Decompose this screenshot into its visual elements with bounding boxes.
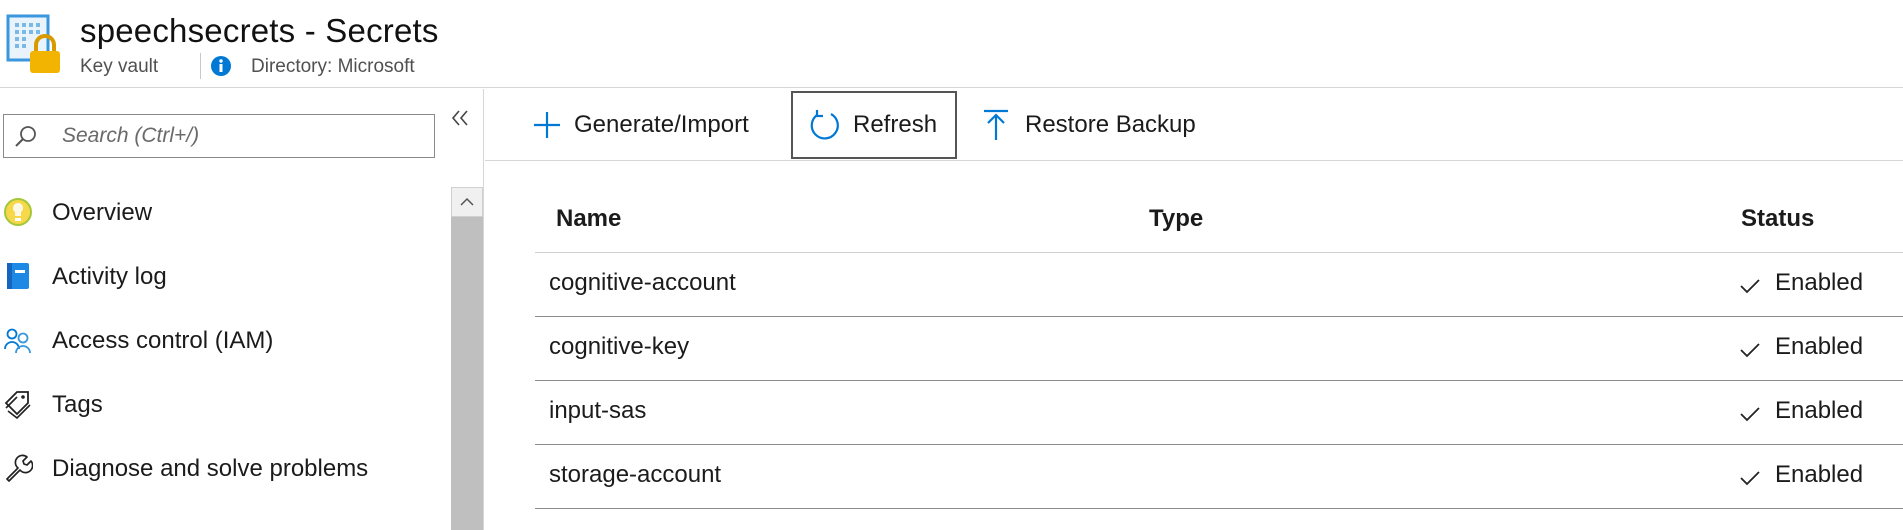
upload-arrow-icon (984, 109, 1008, 140)
checkmark-icon (1740, 343, 1760, 358)
refresh-button[interactable]: Refresh (791, 91, 957, 159)
generate-import-label: Generate/Import (574, 111, 749, 138)
checkmark-icon (1740, 279, 1760, 294)
main-content: Generate/Import Refresh Restore Backup N… (485, 89, 1903, 530)
sidebar-item-access-control[interactable]: Access control (IAM) (0, 315, 448, 365)
activity-log-icon (7, 263, 29, 289)
blade-header: speechsecrets - Secrets Key vault Direct… (0, 0, 1903, 88)
subtitle-divider (200, 53, 201, 79)
double-chevron-left-icon[interactable] (448, 106, 472, 130)
table-row[interactable]: storage-account Enabled (535, 445, 1903, 509)
table-header: Name Type Status (535, 189, 1903, 253)
sidebar-scrollbar[interactable] (451, 187, 483, 530)
secret-name[interactable]: cognitive-account (549, 269, 736, 297)
column-header-name[interactable]: Name (556, 205, 621, 233)
sidebar-item-activity-log[interactable]: Activity log (0, 251, 448, 301)
secret-name[interactable]: storage-account (549, 461, 721, 489)
overview-icon (4, 198, 32, 226)
sidebar-item-overview[interactable]: Overview (0, 187, 448, 237)
scroll-up-button[interactable] (451, 187, 483, 217)
page-title: speechsecrets - Secrets (80, 12, 439, 49)
sidebar-item-label: Tags (52, 391, 103, 418)
checkmark-icon (1740, 471, 1760, 486)
generate-import-button[interactable]: Generate/Import (531, 91, 771, 159)
directory-label: Directory: Microsoft (251, 56, 415, 77)
column-header-status[interactable]: Status (1741, 205, 1814, 233)
checkmark-icon (1740, 407, 1760, 422)
wrench-icon (6, 454, 33, 482)
search-icon (15, 126, 36, 147)
table-row[interactable]: input-sas Enabled (535, 381, 1903, 445)
tag-icon (4, 391, 31, 419)
table-row[interactable]: cognitive-account Enabled (535, 253, 1903, 317)
search-box[interactable] (3, 114, 435, 158)
info-icon (211, 56, 231, 76)
restore-backup-button[interactable]: Restore Backup (980, 91, 1220, 159)
refresh-icon (810, 110, 839, 140)
key-vault-icon (6, 14, 60, 73)
sidebar-item-label: Access control (IAM) (52, 327, 274, 354)
column-header-type[interactable]: Type (1149, 205, 1203, 233)
secret-status: Enabled (1775, 333, 1864, 360)
secret-status: Enabled (1775, 269, 1864, 296)
sidebar-item-label: Diagnose and solve problems (52, 455, 369, 482)
secret-status: Enabled (1775, 461, 1864, 488)
people-icon (4, 328, 31, 354)
sidebar-item-tags[interactable]: Tags (0, 379, 448, 429)
secret-name[interactable]: cognitive-key (549, 333, 689, 361)
table-row[interactable]: cognitive-key Enabled (535, 317, 1903, 381)
sidebar-item-diagnose[interactable]: Diagnose and solve problems (0, 443, 448, 493)
resource-menu: Overview Activity log Access control (IA… (0, 89, 484, 530)
resource-type: Key vault (80, 56, 159, 77)
refresh-label: Refresh (853, 111, 938, 138)
secret-status: Enabled (1775, 397, 1864, 424)
search-input[interactable] (62, 121, 422, 151)
sidebar-item-label: Overview (52, 199, 153, 226)
plus-icon (534, 112, 560, 138)
restore-backup-label: Restore Backup (1025, 111, 1196, 138)
sidebar-item-label: Activity log (52, 263, 167, 290)
chevron-up-icon (460, 197, 474, 206)
secret-name[interactable]: input-sas (549, 397, 646, 425)
command-bar: Generate/Import Refresh Restore Backup (485, 89, 1903, 161)
